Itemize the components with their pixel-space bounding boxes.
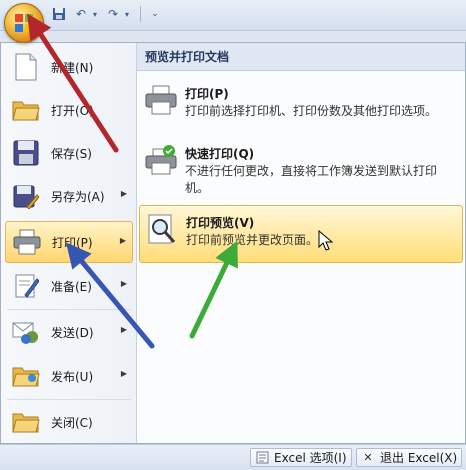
menu-item-label: 关闭(C) [51, 415, 93, 430]
printer-icon [12, 227, 42, 257]
print-submenu-panel: 预览并打印文档 打印(P) 打印前选择打印机、打印份数及其他打印选项。 快速打印… [137, 43, 465, 443]
menu-item-open[interactable]: 打开(O) [5, 89, 133, 131]
mouse-cursor-icon [318, 230, 334, 251]
menu-separator [7, 399, 131, 400]
panel-item-title: 打印(P) [185, 87, 229, 101]
panel-item-title: 快速打印(Q) [185, 147, 255, 161]
close-folder-icon [11, 407, 41, 437]
menu-item-label: 另存为(A) [51, 189, 105, 204]
menu-item-label: 打印(P) [52, 235, 93, 250]
customize-toolbar-icon[interactable]: ⌄ [146, 5, 164, 23]
excel-options-label: Excel 选项(I) [274, 451, 347, 465]
menu-item-label: 新建(N) [51, 60, 94, 75]
panel-item-description: 不进行任何更改，直接将工作簿发送到默认打印机。 [185, 164, 438, 195]
menu-item-save[interactable]: 保存(S) [5, 132, 133, 174]
office-button[interactable] [4, 3, 44, 43]
publish-icon [11, 361, 41, 391]
office-menu: 新建(N) 打开(O) 保存(S) 另存为(A) ▶ 打印(P) ▶ 准备(E)… [0, 42, 466, 444]
open-folder-icon [11, 95, 41, 125]
send-icon [11, 317, 41, 347]
panel-item-print-preview[interactable]: 打印预览(V) 打印前预览并更改页面。 [139, 205, 463, 263]
menu-separator [7, 309, 131, 310]
panel-item-description: 打印前选择打印机、打印份数及其他打印选项。 [185, 104, 438, 118]
panel-item-description: 打印前预览并更改页面。 [186, 233, 319, 247]
panel-item-print[interactable]: 打印(P) 打印前选择打印机、打印份数及其他打印选项。 [139, 77, 463, 135]
menu-item-label: 发布(U) [51, 369, 94, 384]
undo-dropdown-icon[interactable]: ▾ [86, 5, 104, 23]
quick-access-toolbar: ↶ ▾ ↷ ▾ ⌄ [0, 0, 466, 31]
office-menu-commands: 新建(N) 打开(O) 保存(S) 另存为(A) ▶ 打印(P) ▶ 准备(E)… [1, 43, 137, 443]
office-menu-footer: Excel 选项(I) ✕ 退出 Excel(X) [0, 444, 466, 470]
submenu-arrow-icon: ▶ [119, 236, 126, 245]
print-preview-icon [146, 214, 180, 248]
submenu-arrow-icon: ▶ [120, 325, 127, 334]
panel-item-title: 打印预览(V) [186, 216, 255, 230]
menu-item-close[interactable]: 关闭(C) [5, 401, 133, 443]
menu-item-prepare[interactable]: 准备(E) ▶ [5, 265, 133, 307]
menu-item-print[interactable]: 打印(P) ▶ [5, 221, 133, 263]
save-icon[interactable] [50, 5, 68, 23]
new-document-icon [11, 52, 41, 82]
exit-excel-label: 退出 Excel(X) [380, 451, 458, 465]
menu-item-save-as[interactable]: 另存为(A) ▶ [5, 175, 133, 217]
submenu-arrow-icon: ▶ [120, 189, 127, 198]
menu-item-label: 准备(E) [51, 279, 92, 294]
exit-excel-button[interactable]: ✕ 退出 Excel(X) [356, 448, 463, 467]
toolbar-separator [140, 6, 141, 22]
prepare-icon [11, 271, 41, 301]
options-icon [255, 451, 269, 465]
save-disk-icon [11, 138, 41, 168]
submenu-arrow-icon: ▶ [120, 279, 127, 288]
save-as-icon [11, 181, 41, 211]
panel-item-quick-print[interactable]: 快速打印(Q) 不进行任何更改，直接将工作簿发送到默认打印机。 [139, 137, 463, 195]
menu-item-publish[interactable]: 发布(U) ▶ [5, 355, 133, 397]
submenu-arrow-icon: ▶ [120, 369, 127, 378]
menu-item-send[interactable]: 发送(D) ▶ [5, 311, 133, 353]
menu-item-label: 打开(O) [51, 103, 94, 118]
close-icon: ✕ [363, 451, 373, 464]
office-logo-icon [15, 14, 33, 32]
excel-options-button[interactable]: Excel 选项(I) [250, 448, 352, 467]
redo-dropdown-icon[interactable]: ▾ [118, 5, 136, 23]
panel-header: 预览并打印文档 [137, 43, 465, 71]
menu-item-new[interactable]: 新建(N) [5, 46, 133, 88]
menu-item-label: 发送(D) [51, 325, 94, 340]
quick-print-icon [145, 145, 179, 179]
menu-item-label: 保存(S) [51, 146, 92, 161]
printer-icon [145, 85, 179, 119]
